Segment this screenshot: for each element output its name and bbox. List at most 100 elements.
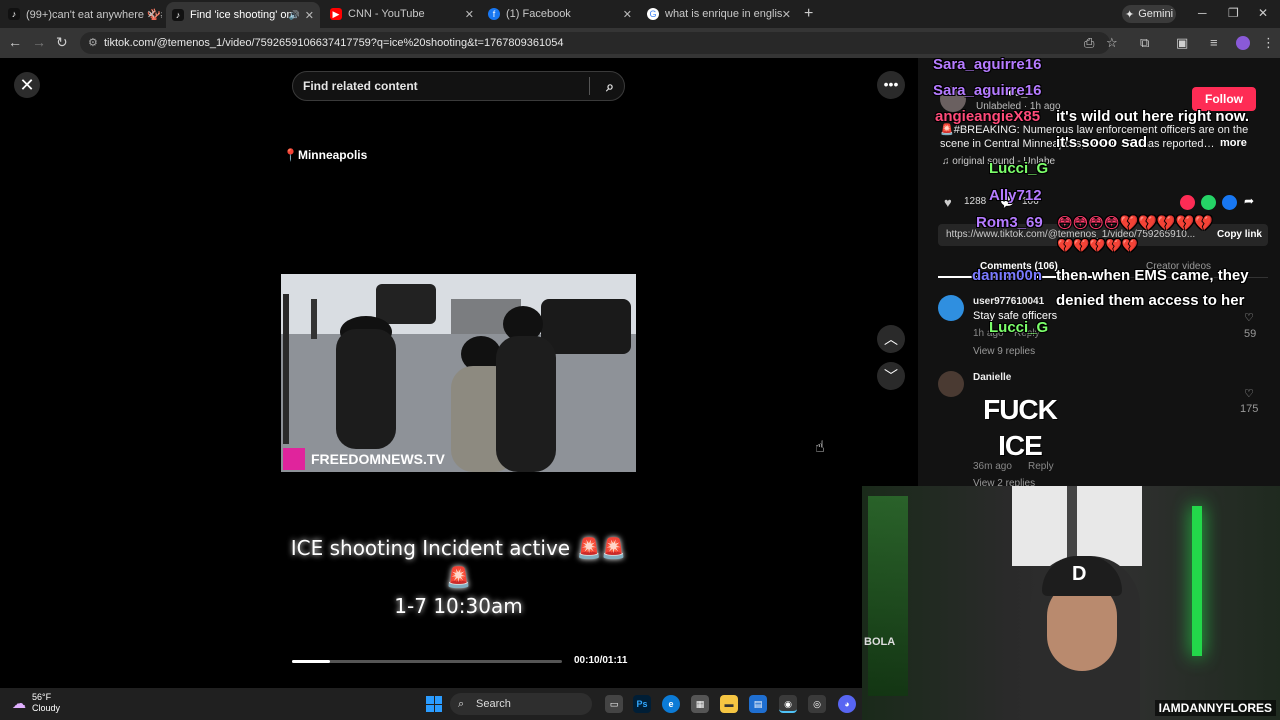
- close-tab-icon[interactable]: ✕: [305, 9, 314, 22]
- extensions-icon[interactable]: ⧉: [1140, 35, 1149, 51]
- maximize-icon[interactable]: ❐: [1228, 6, 1239, 20]
- more-link[interactable]: more: [1220, 137, 1247, 149]
- comment-like-icon[interactable]: ♡: [1244, 387, 1254, 400]
- copy-link-button[interactable]: Copy link: [1217, 224, 1262, 246]
- chat-message: then when EMS came, they: [1056, 267, 1249, 284]
- close-window-icon[interactable]: ✕: [1258, 6, 1268, 20]
- webcam-feed: D BOLA IAMDANNYFLORES: [862, 486, 1280, 720]
- heart-icon[interactable]: ♥: [944, 195, 952, 210]
- close-tab-icon[interactable]: ✕: [623, 8, 632, 21]
- shelf-image: [868, 496, 908, 696]
- comment-like-count: 175: [1240, 403, 1259, 415]
- taskbar-search-label: Search: [476, 698, 511, 710]
- tab-title: (99+)can't eat anywhere 🪸#fy: [26, 8, 162, 21]
- obs-icon[interactable]: ◎: [808, 695, 826, 713]
- next-video-button[interactable]: ﹀: [877, 362, 905, 390]
- new-tab-icon[interactable]: +: [804, 5, 813, 23]
- forward-icon[interactable]: →: [32, 34, 46, 50]
- avatar[interactable]: [938, 295, 964, 321]
- windows-start-icon[interactable]: [426, 696, 442, 712]
- video-frame: FREEDOMNEWS.TV: [281, 274, 636, 472]
- taskbar-search-input[interactable]: ⌕ Search: [450, 693, 592, 715]
- tab-title: (1) Facebook: [506, 8, 571, 20]
- more-options-button[interactable]: •••: [877, 71, 905, 99]
- media-icon[interactable]: ≡: [1210, 35, 1218, 50]
- url-field[interactable]: tiktok.com/@temenos_1/video/759265910663…: [80, 32, 1110, 54]
- caption-line-3: 1-7 10:30am: [394, 594, 523, 618]
- chat-message: denied them access to her: [1056, 292, 1245, 309]
- chat-username: Sara_aguirre16: [933, 56, 1041, 73]
- comment-like-icon[interactable]: ♡: [1244, 311, 1254, 324]
- search-placeholder: Find related content: [303, 79, 418, 93]
- location-label: 📍Minneapolis: [283, 148, 367, 162]
- edge-icon[interactable]: e: [662, 695, 680, 713]
- close-tab-icon[interactable]: ✕: [465, 8, 474, 21]
- file-explorer-icon[interactable]: ▬: [720, 695, 738, 713]
- cloud-icon: ☁: [12, 694, 26, 711]
- view-replies-button[interactable]: View 2 replies: [973, 478, 1035, 486]
- related-search-input[interactable]: Find related content ⌕: [292, 71, 625, 101]
- profile-avatar[interactable]: [1236, 36, 1250, 50]
- chat-username: Lucci_G: [989, 319, 1048, 336]
- app-icon[interactable]: ▤: [749, 695, 767, 713]
- tab-title: Find 'ice shooting' on TikTo: [190, 9, 295, 21]
- sidebar-icon[interactable]: ▣: [1176, 35, 1188, 51]
- photoshop-icon[interactable]: Ps: [633, 695, 651, 713]
- weather-condition: Cloudy: [32, 703, 61, 713]
- tab-youtube[interactable]: ▶ CNN - YouTube ✕: [330, 4, 480, 24]
- close-tab-icon[interactable]: ✕: [782, 8, 791, 21]
- chat-message: it's wild out here right now.: [1056, 108, 1250, 125]
- chat-user-text: danim00n: [972, 267, 1043, 284]
- comment-username[interactable]: Danielle: [973, 372, 1011, 383]
- heart-emotes: 😳😳😳😳💔💔💔💔💔: [1057, 215, 1213, 232]
- freedomnews-logo: [283, 448, 305, 470]
- search-icon[interactable]: ⌕: [606, 72, 614, 100]
- task-view-icon[interactable]: ▭: [605, 695, 623, 713]
- whatsapp-icon[interactable]: [1201, 195, 1216, 210]
- store-icon[interactable]: ▦: [691, 695, 709, 713]
- search-icon: ⌕: [458, 698, 465, 710]
- tab-google[interactable]: G what is enrique in english - Goo ✕: [647, 4, 797, 24]
- chrome-icon[interactable]: ◉: [779, 695, 797, 713]
- menu-dots-icon[interactable]: ⋮: [1262, 35, 1275, 51]
- site-info-icon[interactable]: ⚙: [88, 36, 98, 49]
- gemini-label: Gemini: [1138, 8, 1174, 20]
- reload-icon[interactable]: ↻: [56, 34, 68, 51]
- close-tab-icon[interactable]: ✕: [147, 8, 156, 21]
- minimize-icon[interactable]: ─: [1198, 6, 1207, 20]
- speaker-icon[interactable]: 🔊: [289, 10, 300, 21]
- video-player[interactable]: Find related content ⌕ 📍Minneapolis FREE…: [281, 58, 636, 688]
- discord-icon[interactable]: ◕: [838, 695, 856, 713]
- share-tiktok-icon[interactable]: [1180, 195, 1195, 210]
- forward-share-icon[interactable]: ➦: [1244, 194, 1254, 208]
- seek-bar[interactable]: [292, 660, 562, 663]
- tab-facebook[interactable]: f (1) Facebook ✕: [488, 4, 638, 24]
- address-bar-row: ← → ↻ tiktok.com/@temenos_1/video/759265…: [0, 28, 1280, 58]
- chat-username: Sara_aguirre16: [933, 82, 1041, 99]
- weather-widget[interactable]: ☁ 56°F Cloudy: [12, 692, 60, 714]
- watermark: FREEDOMNEWS.TV: [283, 448, 445, 470]
- tab-tiktok-feed[interactable]: ♪ (99+)can't eat anywhere 🪸#fy ✕: [8, 4, 162, 24]
- chat-user-text: Sara_aguirre16: [933, 82, 1042, 99]
- avatar[interactable]: [938, 371, 964, 397]
- cap-logo: D: [1072, 563, 1087, 585]
- comment-username[interactable]: user977610041: [973, 296, 1044, 307]
- previous-video-button[interactable]: ︿: [877, 325, 905, 353]
- mouse-cursor-icon: ☝: [815, 439, 825, 456]
- chat-user-text: Sara_aguirre16: [933, 56, 1042, 73]
- facebook-share-icon[interactable]: [1222, 195, 1237, 210]
- back-icon[interactable]: ←: [8, 34, 22, 50]
- install-icon[interactable]: ⎙: [1084, 35, 1094, 51]
- close-video-button[interactable]: ✕: [14, 72, 40, 98]
- video-caption: ICE shooting Incident active 🚨🚨 🚨 1-7 10…: [281, 534, 636, 621]
- tab-tiktok-search[interactable]: ♪ Find 'ice shooting' on TikTo 🔊 ✕: [166, 2, 320, 28]
- facebook-icon: f: [488, 8, 500, 20]
- search-divider: [589, 77, 590, 95]
- bookmark-star-icon[interactable]: ☆: [1106, 35, 1118, 51]
- view-replies-button[interactable]: View 9 replies: [973, 346, 1035, 357]
- chat-message: it's sooo sad: [1056, 134, 1148, 151]
- chat-user-text: Lucci_G: [989, 319, 1049, 336]
- sign-text: BOLA: [864, 636, 896, 648]
- chat-username: angieangieX85: [935, 108, 1040, 125]
- gemini-button[interactable]: ✦ Gemini: [1122, 5, 1176, 23]
